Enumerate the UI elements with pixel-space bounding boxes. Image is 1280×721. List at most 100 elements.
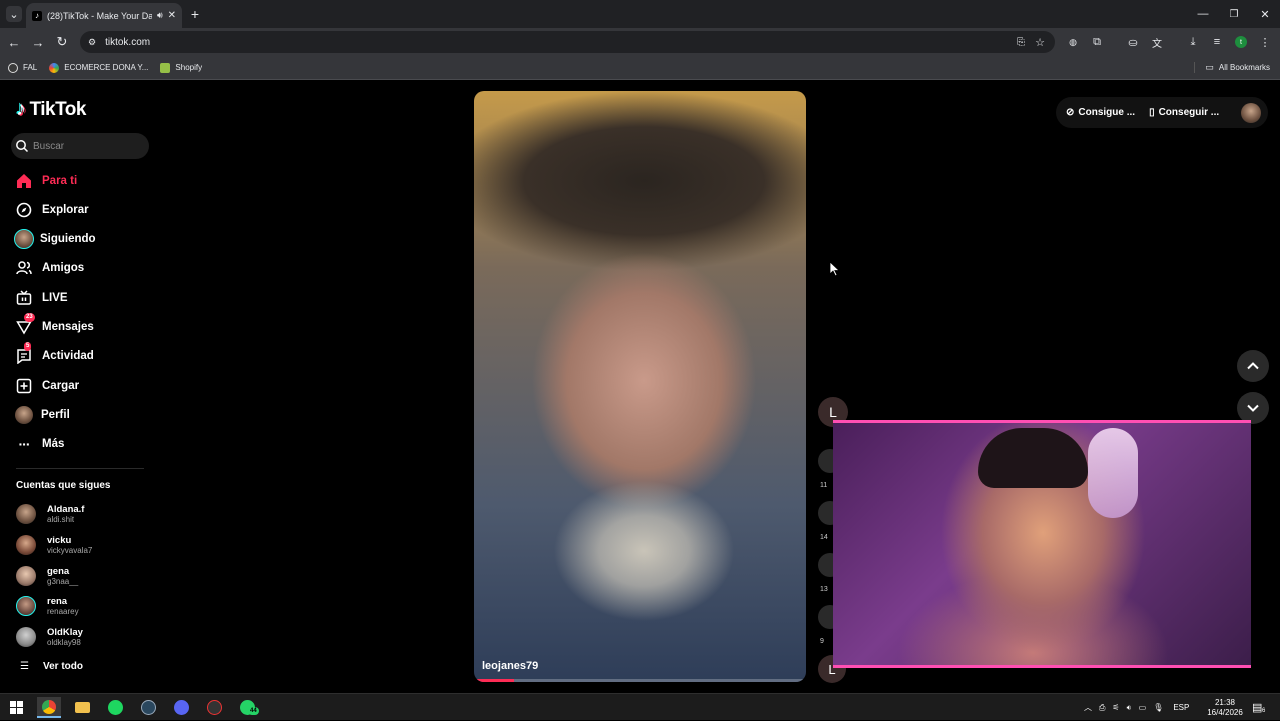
restore-button[interactable]: ❐ — [1227, 6, 1241, 22]
clock[interactable]: 21:38 16/4/2026 — [1204, 694, 1246, 721]
tab-audio-icon[interactable]: 🔊︎ — [157, 10, 163, 21]
nav-siguiendo[interactable]: Siguiendo — [14, 229, 96, 249]
like-count: 11 — [820, 482, 828, 489]
folder-icon: ▭ — [1205, 62, 1214, 72]
device-icon[interactable]: ▭ — [1139, 703, 1147, 712]
folder-icon — [74, 702, 90, 713]
nav-amigos[interactable]: Amigos — [16, 258, 84, 278]
tray-app-icon[interactable]: ⎙ — [1099, 703, 1105, 713]
language-indicator[interactable]: ESP — [1173, 703, 1189, 712]
bookmark-fal[interactable]: FAL — [8, 62, 37, 73]
tab-close-icon[interactable]: ✕ — [168, 10, 176, 21]
following-header: Cuentas que sigues — [16, 480, 111, 491]
previous-video-button[interactable] — [1237, 350, 1269, 382]
tiktok-note-icon: ♪ — [16, 98, 26, 120]
network-icon[interactable]: ⚟ — [1112, 703, 1119, 712]
all-bookmarks-button[interactable]: ▭ All Bookmarks — [1194, 62, 1270, 73]
get-app-button[interactable]: ▯ Conseguir ... — [1149, 107, 1219, 118]
extension-icon[interactable]: ◍ — [1066, 34, 1080, 50]
install-app-icon[interactable]: ⎘ — [1017, 37, 1025, 48]
microphone-icon[interactable]: 🎙︎ — [1153, 703, 1163, 712]
site-info-icon[interactable]: ⚙ — [88, 37, 96, 48]
headset-shape — [1088, 428, 1138, 518]
translate-icon[interactable]: 文 — [1150, 34, 1164, 50]
taskbar-whatsapp[interactable]: 44 — [235, 697, 259, 718]
live-icon — [16, 290, 32, 306]
taskbar-file-explorer[interactable] — [70, 697, 94, 718]
profile-avatar-icon[interactable]: t — [1235, 36, 1247, 48]
get-coins-button[interactable]: ⊘ Consigue ... — [1066, 107, 1135, 118]
extensions-puzzle-icon[interactable]: ⧉ — [1090, 34, 1104, 50]
browser-menu-icon[interactable]: ⋮ — [1258, 34, 1272, 50]
nav-explorar[interactable]: Explorar — [16, 200, 89, 220]
globe-icon — [8, 62, 18, 73]
media-control-icon[interactable]: ≡ — [1210, 34, 1224, 50]
tiktok-logo[interactable]: ♪ TikTok — [16, 98, 86, 121]
address-bar[interactable]: ⚙ tiktok.com ⎘ ☆ — [80, 31, 1055, 53]
coin-icon: ⊘ — [1066, 107, 1075, 118]
following-account[interactable]: vicku vickyvavala7 — [16, 535, 92, 555]
nav-cargar[interactable]: Cargar — [16, 376, 79, 396]
account-avatar — [16, 566, 36, 586]
activity-badge: 5 — [24, 342, 32, 351]
following-account[interactable]: rena renaarey — [16, 596, 79, 616]
clock-date: 16/4/2026 — [1207, 707, 1243, 717]
video-progress-bar[interactable] — [474, 679, 806, 682]
taskbar-discord[interactable] — [169, 697, 193, 718]
start-button[interactable] — [4, 697, 28, 718]
bookmark-ecomerce[interactable]: ECOMERCE DONA Y... — [49, 62, 148, 73]
nav-mensajes[interactable]: 23 Mensajes — [16, 313, 94, 337]
browser-tab[interactable]: ♪ (28)TikTok - Make Your Day 🔊︎ ✕ — [26, 3, 182, 28]
nav-live[interactable]: LIVE — [16, 288, 68, 308]
video-author[interactable]: leojanes79 — [482, 660, 538, 672]
forward-button[interactable]: → — [30, 34, 46, 50]
url-text: tiktok.com — [105, 36, 151, 48]
bookmarks-bar: FAL ECOMERCE DONA Y... Shopify ▭ All Book… — [0, 56, 1280, 80]
system-tray: ︿ ⎙ ⚟ 🔉︎ ▭ 🎙︎ ESP — [1084, 694, 1189, 721]
nav-perfil[interactable]: Perfil — [15, 405, 70, 425]
back-button[interactable]: ← — [6, 34, 22, 50]
taskbar-spotify[interactable] — [103, 697, 127, 718]
nav-para-ti[interactable]: Para ti — [16, 171, 77, 191]
upload-icon — [16, 378, 32, 394]
taskbar-steam[interactable] — [136, 697, 160, 718]
discord-icon — [173, 700, 189, 715]
list-icon: ☰ — [20, 661, 29, 672]
minimize-button[interactable]: — — [1196, 6, 1210, 22]
webcam-overlay — [833, 420, 1251, 668]
nav-mas[interactable]: ··· Más — [16, 434, 65, 454]
tab-search-button[interactable]: ⌄ — [6, 6, 22, 22]
whatsapp-badge: 44 — [248, 707, 259, 715]
browser-tab-strip: ⌄ ♪ (28)TikTok - Make Your Day 🔊︎ ✕ + — … — [0, 0, 1280, 28]
download-icon[interactable]: ⤓ — [1186, 34, 1200, 50]
extension-2-icon[interactable]: ⛀ — [1126, 34, 1140, 50]
reload-button[interactable]: ↻ — [54, 34, 70, 50]
tab-title: (28)TikTok - Make Your Day — [47, 10, 152, 21]
save-count: 13 — [820, 586, 828, 593]
bookmark-shopify[interactable]: Shopify — [160, 62, 202, 73]
activity-icon: 5 — [16, 342, 32, 364]
show-hidden-icons-icon[interactable]: ︿ — [1084, 702, 1092, 713]
following-account[interactable]: gena g3naa__ — [16, 566, 78, 586]
notification-icon: ▤ — [1252, 702, 1263, 714]
following-account[interactable]: Aldana.f aldi.shit — [16, 504, 84, 524]
search-icon — [16, 140, 29, 153]
new-tab-button[interactable]: + — [188, 6, 202, 22]
spotify-icon — [107, 700, 123, 715]
close-window-button[interactable]: ✕ — [1258, 6, 1272, 22]
taskbar-chrome[interactable] — [37, 697, 61, 718]
notifications-button[interactable]: ▤ 6 — [1252, 694, 1265, 721]
search-input[interactable] — [33, 140, 143, 152]
user-avatar[interactable] — [1241, 102, 1262, 123]
taskbar-app[interactable] — [202, 697, 226, 718]
comment-count: 14 — [820, 534, 828, 541]
share-count: 9 — [820, 638, 824, 645]
nav-actividad[interactable]: 5 Actividad — [16, 342, 94, 366]
video-player[interactable]: leojanes79 — [474, 91, 806, 682]
following-account[interactable]: OldKlay oldklay98 — [16, 627, 83, 647]
volume-icon[interactable]: 🔉︎ — [1127, 703, 1132, 713]
shopify-icon — [160, 62, 171, 73]
see-all-button[interactable]: ☰ Ver todo — [16, 661, 83, 672]
bookmark-star-icon[interactable]: ☆ — [1035, 36, 1045, 49]
search-bar[interactable] — [11, 133, 149, 159]
